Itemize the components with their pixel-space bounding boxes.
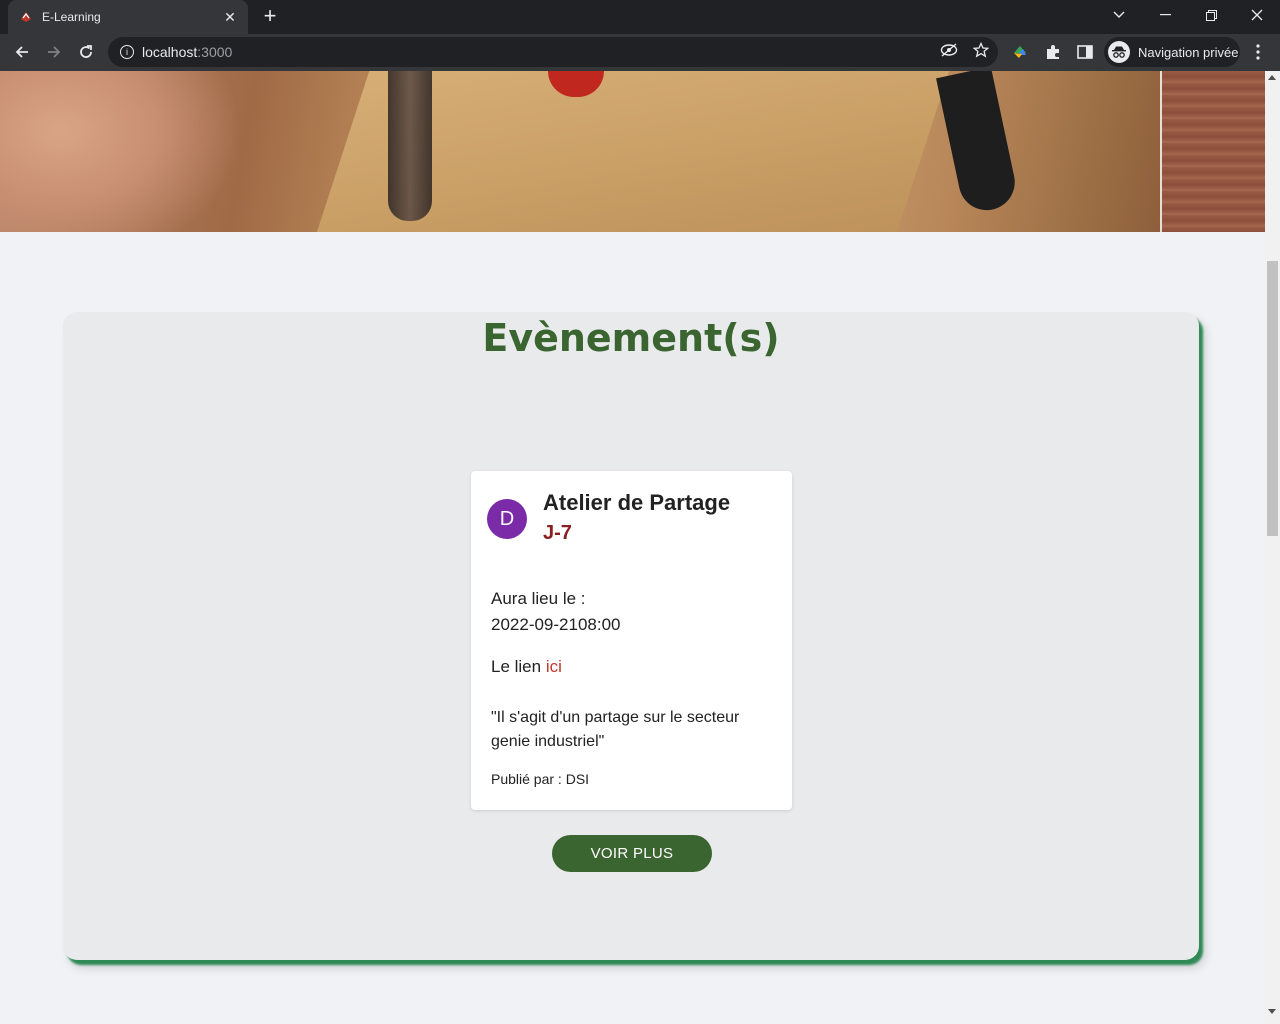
event-card: D Atelier de Partage J-7 Aura lieu le : … (471, 471, 792, 810)
browser-tab[interactable]: E-Learning ✕ (8, 0, 248, 34)
close-icon[interactable]: ✕ (222, 9, 238, 25)
scroll-thumb[interactable] (1267, 261, 1278, 536)
event-date: 2022-09-2108:00 (491, 615, 621, 634)
e-learning-favicon (18, 9, 34, 25)
browser-toolbar: i localhost:3000 Navigation privée (0, 34, 1280, 71)
reload-icon[interactable] (74, 40, 98, 64)
event-author: Publié par : DSI (491, 771, 590, 787)
browser-titlebar: E-Learning ✕ + (0, 0, 1280, 34)
event-link-prefix: Le lien (491, 657, 542, 676)
event-link-line: Le lien ici (491, 657, 562, 677)
sidebar-icon[interactable] (1075, 42, 1095, 62)
extension-colorful-icon[interactable] (1010, 42, 1030, 62)
profile-label: Navigation privée (1138, 44, 1239, 60)
incognito-icon (1108, 41, 1130, 63)
events-section: Evènement(s) D Atelier de Partage J-7 Au… (63, 312, 1199, 960)
profile-button[interactable]: Navigation privée (1104, 37, 1240, 67)
address-bar[interactable]: i localhost:3000 (108, 37, 998, 67)
page-viewport: Evènement(s) D Atelier de Partage J-7 Au… (0, 71, 1265, 1024)
plus-icon[interactable]: + (258, 5, 282, 29)
chevron-down-icon[interactable] (1096, 0, 1142, 30)
knife-handle-shape (388, 71, 432, 221)
hero-banner-image (0, 71, 1265, 232)
restore-icon[interactable] (1188, 0, 1234, 30)
minimize-icon[interactable] (1142, 0, 1188, 30)
event-countdown: J-7 (543, 522, 572, 544)
kebab-menu-icon[interactable] (1248, 42, 1268, 62)
scroll-up-arrow[interactable] (1268, 75, 1276, 80)
brick-wall-shape (1160, 71, 1265, 232)
knife-shape (936, 71, 1020, 216)
see-more-button[interactable]: VOIR PLUS (552, 835, 712, 872)
tab-title: E-Learning (42, 10, 101, 24)
back-icon[interactable] (10, 40, 34, 64)
event-title: Atelier de Partage (543, 490, 731, 515)
puzzle-icon[interactable] (1043, 42, 1063, 62)
scroll-down-arrow[interactable] (1268, 1009, 1276, 1014)
event-link[interactable]: ici (546, 657, 562, 676)
star-icon[interactable] (971, 40, 991, 60)
events-heading: Evènement(s) (482, 316, 780, 360)
forward-icon[interactable] (42, 40, 66, 64)
window-close-icon[interactable] (1234, 0, 1280, 30)
eye-off-icon[interactable] (939, 40, 959, 60)
event-description: "Il s'agit d'un partage sur le secteur g… (491, 709, 740, 750)
event-date-label: Aura lieu le : (491, 589, 586, 608)
url-port: :3000 (197, 44, 233, 60)
url-host: localhost (142, 44, 198, 60)
avatar: D (487, 499, 527, 539)
page-scrollbar[interactable] (1265, 71, 1280, 1024)
info-icon[interactable]: i (120, 45, 134, 59)
